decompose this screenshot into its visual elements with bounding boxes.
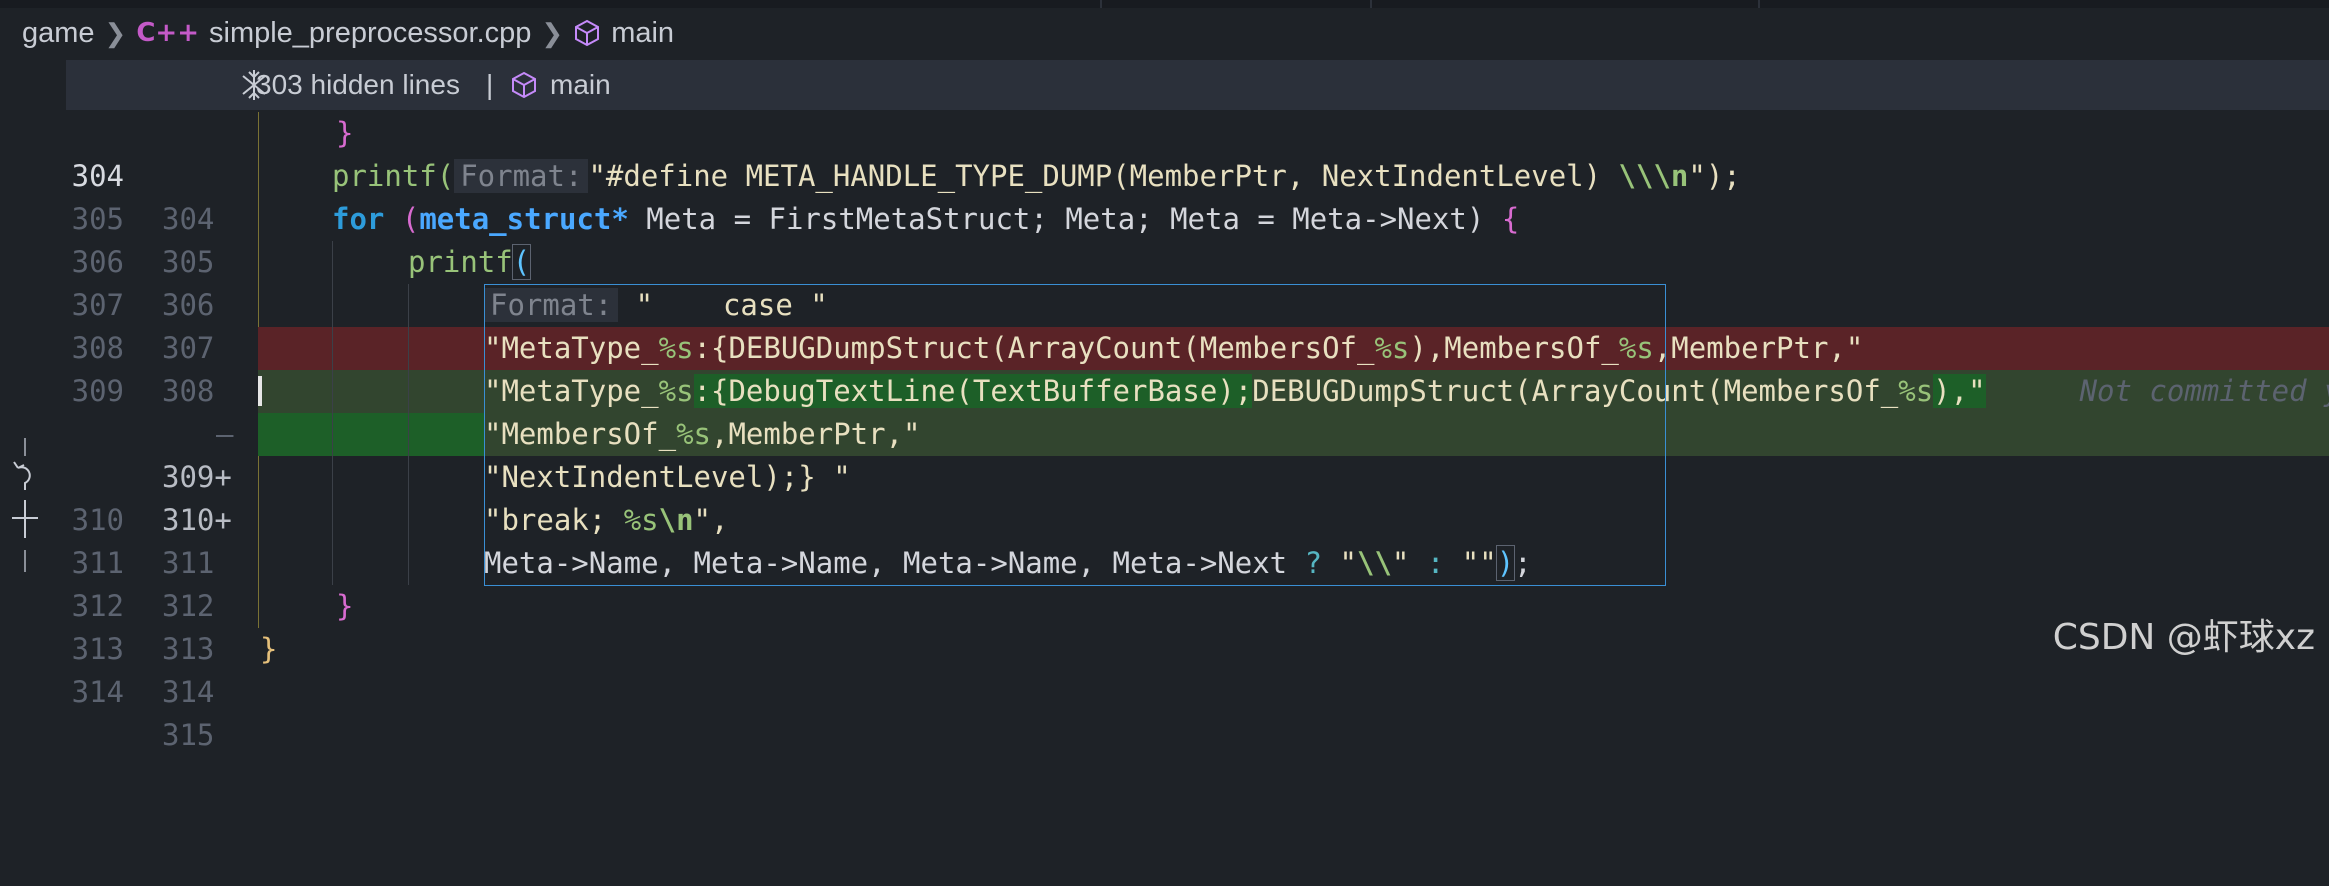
indent-guide <box>408 413 409 456</box>
code-line: 310 311 "NextIndentLevel);} " <box>66 456 2329 580</box>
breadcrumb: game ❯ C++ simple_preprocessor.cpp ❯ mai… <box>0 8 2329 58</box>
code-line: 307 307 printf( <box>66 241 2329 365</box>
code-text: printf( <box>408 244 532 280</box>
indent-guide <box>258 284 259 327</box>
indent-guide <box>332 456 333 499</box>
code-text: Format: " case " <box>484 284 828 327</box>
indent-guide <box>332 327 333 370</box>
code-text: "MetaType_%s:{DebugTextLine(TextBufferBa… <box>484 370 2329 413</box>
indent-guide <box>258 198 259 241</box>
breadcrumb-folder[interactable]: game <box>22 17 95 50</box>
code-line: 305 305 printf(Format: "#define META_HAND… <box>66 155 2329 279</box>
indent-guide <box>258 585 259 628</box>
line-number-modified: 314 <box>162 675 215 709</box>
diff-editor[interactable]: 304 304 } 305 305 printf(Format: "#define… <box>66 112 2329 752</box>
sticky-symbol[interactable]: main <box>550 69 611 101</box>
indent-guide <box>332 370 333 413</box>
tab-divider <box>1758 0 1760 8</box>
indent-guide <box>408 370 409 413</box>
code-line: 314 315 } <box>66 628 2329 752</box>
code-text: } <box>336 589 354 623</box>
cube-icon <box>510 71 538 99</box>
cube-icon <box>573 19 601 47</box>
indent-guide <box>258 499 259 542</box>
left-gutter-bar <box>0 110 66 676</box>
indent-guide <box>408 327 409 370</box>
code-text: "MetaType_%s:{DEBUGDumpStruct(ArrayCount… <box>484 331 1864 365</box>
inlay-hint: Format: <box>454 159 589 193</box>
chevron-right-icon: ❯ <box>104 17 127 48</box>
code-line: 308 308 Format: " case " <box>66 284 2329 408</box>
indent-guide <box>332 241 333 284</box>
revert-icon[interactable] <box>10 438 40 572</box>
code-line: 311 312 "break; %s\n", <box>66 499 2329 623</box>
cursor-caret <box>258 376 262 406</box>
indent-guide <box>408 284 409 327</box>
line-number-original: 314 <box>71 675 124 709</box>
code-line: 306 306 for (meta_struct* Meta = FirstMe… <box>66 198 2329 322</box>
code-line: 313 314 } <box>66 585 2329 709</box>
separator: | <box>486 69 494 100</box>
hidden-lines-label[interactable]: 303 hidden lines <box>256 69 460 101</box>
blame-annotation: Not committed yet <box>2079 374 2329 408</box>
indent-guide <box>408 499 409 542</box>
indent-guide <box>332 413 333 456</box>
code-text: "break; %s\n", <box>484 503 729 537</box>
indent-guide <box>258 241 259 284</box>
code-line-deleted: 309 — "MetaType_%s:{DEBUGDumpStruct(Arra… <box>66 327 2329 451</box>
cpp-file-icon: C++ <box>136 18 199 48</box>
indent-guide <box>258 112 259 155</box>
tab-divider <box>1370 0 1372 8</box>
code-text: printf(Format: "#define META_HANDLE_TYPE_… <box>332 159 1741 193</box>
indent-guide <box>332 542 333 585</box>
watermark: CSDN @虾球xz <box>2052 617 2315 658</box>
indent-guide <box>258 542 259 585</box>
diff-gutter-actions <box>10 438 40 576</box>
top-tab-strip <box>0 0 2329 8</box>
indent-guide <box>258 155 259 198</box>
tab-divider <box>1100 0 1102 8</box>
code-line-added: 310+ "MembersOf_%s,MemberPtr," <box>66 413 2329 537</box>
code-line-added: 309+ "MetaType_%s:{DebugTextLine(TextBuf… <box>66 370 2329 494</box>
code-text: Meta->Name, Meta->Name, Meta->Name, Meta… <box>484 545 1532 581</box>
hidden-lines-bar: 303 hidden lines | main <box>66 60 2329 110</box>
inlay-hint: Format: <box>484 288 619 322</box>
code-line: 304 304 } <box>66 112 2329 236</box>
chevron-right-icon: ❯ <box>541 17 564 48</box>
code-text: "MembersOf_%s,MemberPtr," <box>484 417 921 451</box>
code-text: "NextIndentLevel);} " <box>484 460 851 494</box>
line-number-modified: 315 <box>162 718 215 752</box>
indent-guide <box>408 456 409 499</box>
indent-guide <box>408 542 409 585</box>
code-line: 312 313 Meta->Name, Meta->Name, Meta->Na… <box>66 542 2329 666</box>
code-text: } <box>336 116 354 150</box>
indent-guide <box>332 499 333 542</box>
indent-guide <box>332 284 333 327</box>
added-word-highlight <box>258 413 484 456</box>
breadcrumb-file[interactable]: simple_preprocessor.cpp <box>209 17 531 50</box>
breadcrumb-symbol[interactable]: main <box>611 17 674 50</box>
code-text: for (meta_struct* Meta = FirstMetaStruct… <box>332 202 1520 236</box>
indent-guide <box>258 456 259 499</box>
code-text: } <box>260 632 278 666</box>
